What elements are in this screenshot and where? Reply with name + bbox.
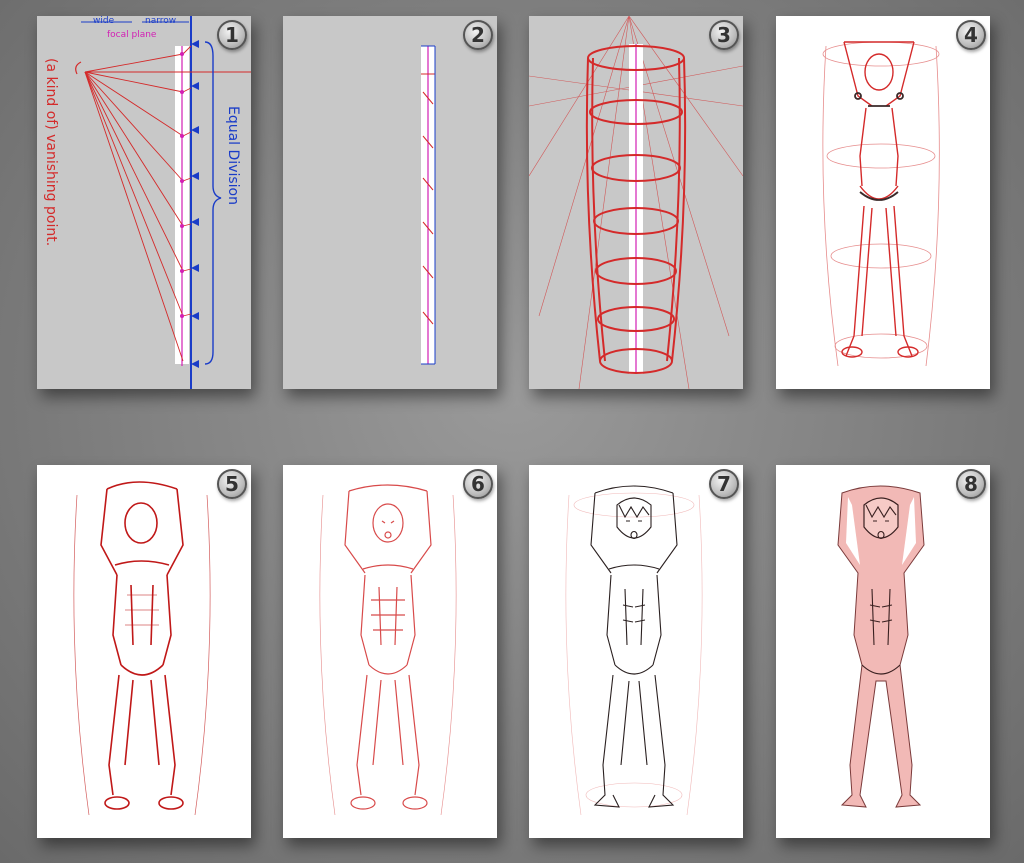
panel-number-badge: 3 (709, 20, 739, 50)
vanishing-point-label: (a kind of) vanishing point. (43, 58, 59, 247)
panel-number-badge: 5 (217, 469, 247, 499)
perspective-division-diagram (75, 16, 251, 389)
panel-6: 6 (283, 465, 497, 838)
cylinder-construction-diagram (529, 16, 743, 389)
panel-4: 4 (776, 16, 990, 389)
panel-number-badge: 2 (463, 20, 493, 50)
panel-7: 7 (529, 465, 743, 838)
panel-2: 2 (283, 16, 497, 389)
panel-number-badge: 1 (217, 20, 247, 50)
wide-label: wide (93, 16, 115, 26)
panel-1: wide narrow focal plane Equal Division (… (37, 16, 251, 389)
focal-plane-label: focal plane (107, 30, 157, 40)
panel-number-badge: 4 (956, 20, 986, 50)
narrow-label: narrow (145, 16, 177, 26)
figure-gesture-sketch (822, 41, 940, 367)
division-strip-diagram (421, 45, 436, 365)
panel-number-badge: 6 (463, 469, 493, 499)
panel-3: 3 (529, 16, 743, 389)
equal-division-label: Equal Division (225, 106, 241, 205)
figure-lineart (565, 485, 703, 816)
panel-5: 5 (37, 465, 251, 838)
figure-colored-render (837, 485, 925, 808)
panel-number-badge: 7 (709, 469, 739, 499)
figure-muscle-sketch (73, 481, 211, 816)
figure-refined-sketch (319, 484, 457, 816)
panel-8: 8 (776, 465, 990, 838)
panel-number-badge: 8 (956, 469, 986, 499)
